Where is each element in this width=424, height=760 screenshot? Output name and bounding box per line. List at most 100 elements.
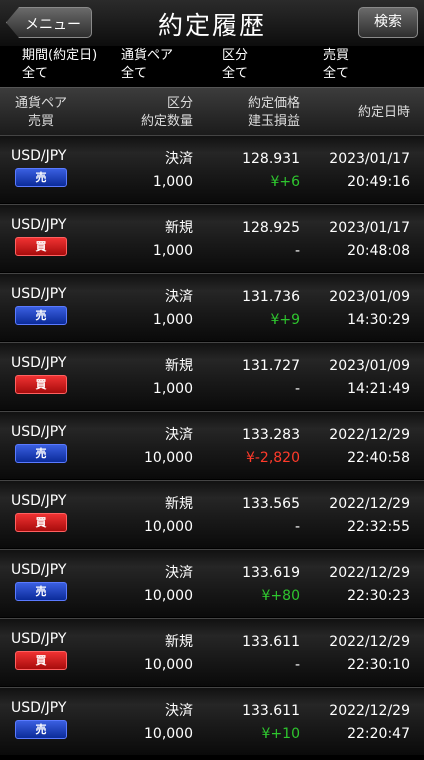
trade-price: 128.925 xyxy=(242,220,300,236)
filter-currency-pair-value: 全て xyxy=(121,66,148,81)
trade-pl: ¥+9 xyxy=(270,312,300,328)
trade-time: 22:20:47 xyxy=(347,726,410,742)
trade-qty: 1,000 xyxy=(152,174,193,190)
trade-row[interactable]: USD/JPY 買 新規 10,000 133.565 - 2022/12/29 22:32:… xyxy=(0,480,424,548)
trade-kind: 新規 xyxy=(165,496,193,512)
trade-pl: ¥+6 xyxy=(270,174,300,190)
trade-price: 128.931 xyxy=(242,151,300,167)
column-datetime: 約定日時 xyxy=(357,105,410,120)
trade-date: 2022/12/29 xyxy=(329,634,410,650)
trade-price: 131.736 xyxy=(242,289,300,305)
trade-pl: ¥+80 xyxy=(261,588,300,604)
trade-row[interactable]: USD/JPY 買 新規 1,000 131.727 - 2023/01/09 14:21:4… xyxy=(0,342,424,410)
side-badge: 買 xyxy=(15,237,67,256)
filter-summary: 期間(約定日) 全て 通貨ペア 全て 区分 全て 売買 全て xyxy=(0,46,424,86)
trade-kind: 新規 xyxy=(165,220,193,236)
filter-kind-value: 全て xyxy=(222,66,249,81)
trade-pl: - xyxy=(294,657,300,673)
trade-kind: 決済 xyxy=(165,289,193,305)
trade-pair: USD/JPY xyxy=(11,148,67,164)
trade-pair: USD/JPY xyxy=(11,217,67,233)
trade-time: 22:40:58 xyxy=(347,450,410,466)
trade-pl: - xyxy=(294,381,300,397)
trade-date: 2022/12/29 xyxy=(329,703,410,719)
trade-time: 20:48:08 xyxy=(347,243,410,259)
trade-time: 20:49:16 xyxy=(347,174,410,190)
trade-pair: USD/JPY xyxy=(11,493,67,509)
side-badge: 買 xyxy=(15,513,67,532)
filter-period[interactable]: 期間(約定日) 全て xyxy=(22,47,122,83)
trade-kind: 決済 xyxy=(165,427,193,443)
filter-currency-pair-label: 通貨ペア xyxy=(121,48,174,63)
trade-price: 131.727 xyxy=(242,358,300,374)
trade-qty: 1,000 xyxy=(152,312,193,328)
side-badge: 買 xyxy=(15,651,67,670)
trade-kind: 決済 xyxy=(165,565,193,581)
filter-kind-label: 区分 xyxy=(222,48,249,63)
trade-date: 2022/12/29 xyxy=(329,565,410,581)
trade-time: 22:30:10 xyxy=(347,657,410,673)
trade-date: 2022/12/29 xyxy=(329,427,410,443)
trade-row[interactable]: USD/JPY 売 決済 10,000 133.619 ¥+80 2022/12/29 22:… xyxy=(0,549,424,617)
side-badge: 売 xyxy=(15,306,67,325)
column-qty: 約定数量 xyxy=(140,114,193,129)
trade-time: 14:30:29 xyxy=(347,312,410,328)
trade-qty: 10,000 xyxy=(144,657,193,673)
trade-row[interactable]: USD/JPY 売 決済 10,000 133.611 ¥+10 2022/12/29 22:… xyxy=(0,687,424,755)
filter-side-value: 全て xyxy=(323,66,350,81)
side-badge: 売 xyxy=(15,720,67,739)
column-header: 通貨ペア 売買 区分 約定数量 約定価格 建玉損益 約定日時 xyxy=(0,87,424,135)
trade-price: 133.619 xyxy=(242,565,300,581)
trade-kind: 新規 xyxy=(165,634,193,650)
trade-pair: USD/JPY xyxy=(11,562,67,578)
trade-date: 2023/01/09 xyxy=(329,358,410,374)
filter-period-value: 全て xyxy=(22,66,49,81)
trade-pl: ¥+10 xyxy=(261,726,300,742)
trade-qty: 1,000 xyxy=(152,381,193,397)
trade-time: 14:21:49 xyxy=(347,381,410,397)
trade-row[interactable]: USD/JPY 売 決済 1,000 131.736 ¥+9 2023/01/09 14:30… xyxy=(0,273,424,341)
trade-kind: 新規 xyxy=(165,358,193,374)
trade-pair: USD/JPY xyxy=(11,424,67,440)
trade-time: 22:30:23 xyxy=(347,588,410,604)
filter-period-label: 期間(約定日) xyxy=(22,48,98,63)
trade-date: 2022/12/29 xyxy=(329,496,410,512)
filter-side[interactable]: 売買 全て xyxy=(323,47,423,83)
top-bar: メニュー 約定履歴 検索 xyxy=(0,0,424,46)
trade-row[interactable]: USD/JPY 売 決済 1,000 128.931 ¥+6 2023/01/17 20:49… xyxy=(0,135,424,203)
column-side: 売買 xyxy=(28,114,55,129)
side-badge: 売 xyxy=(15,168,67,187)
trade-price: 133.283 xyxy=(242,427,300,443)
side-badge: 売 xyxy=(15,582,67,601)
trade-pair: USD/JPY xyxy=(11,700,67,716)
trade-time: 22:32:55 xyxy=(347,519,410,535)
column-kind: 区分 xyxy=(166,96,193,111)
trade-price: 133.611 xyxy=(242,634,300,650)
column-pl: 建玉損益 xyxy=(247,114,300,129)
filter-kind[interactable]: 区分 全て xyxy=(222,47,322,83)
trade-pair: USD/JPY xyxy=(11,355,67,371)
trade-pl: - xyxy=(294,519,300,535)
trade-qty: 10,000 xyxy=(144,519,193,535)
trade-qty: 10,000 xyxy=(144,588,193,604)
trade-kind: 決済 xyxy=(165,703,193,719)
trade-qty: 10,000 xyxy=(144,450,193,466)
trade-pair: USD/JPY xyxy=(11,631,67,647)
trade-date: 2023/01/17 xyxy=(329,151,410,167)
trade-pair: USD/JPY xyxy=(11,286,67,302)
trade-qty: 1,000 xyxy=(152,243,193,259)
trade-row[interactable]: USD/JPY 売 決済 10,000 133.283 ¥-2,820 2022/12/29… xyxy=(0,411,424,479)
trade-kind: 決済 xyxy=(165,151,193,167)
side-badge: 売 xyxy=(15,444,67,463)
trade-row[interactable]: USD/JPY 買 新規 10,000 133.611 - 2022/12/29 22:30:… xyxy=(0,618,424,686)
filter-currency-pair[interactable]: 通貨ペア 全て xyxy=(121,47,221,83)
search-button[interactable]: 検索 xyxy=(358,7,418,38)
trade-row[interactable]: USD/JPY 買 新規 1,000 128.925 - 2023/01/17 20:48:0… xyxy=(0,204,424,272)
column-price: 約定価格 xyxy=(247,96,300,111)
trade-price: 133.565 xyxy=(242,496,300,512)
filter-side-label: 売買 xyxy=(323,48,350,63)
trade-pl: ¥-2,820 xyxy=(245,450,300,466)
column-pair: 通貨ペア xyxy=(15,96,68,111)
side-badge: 買 xyxy=(15,375,67,394)
trade-pl: - xyxy=(294,243,300,259)
